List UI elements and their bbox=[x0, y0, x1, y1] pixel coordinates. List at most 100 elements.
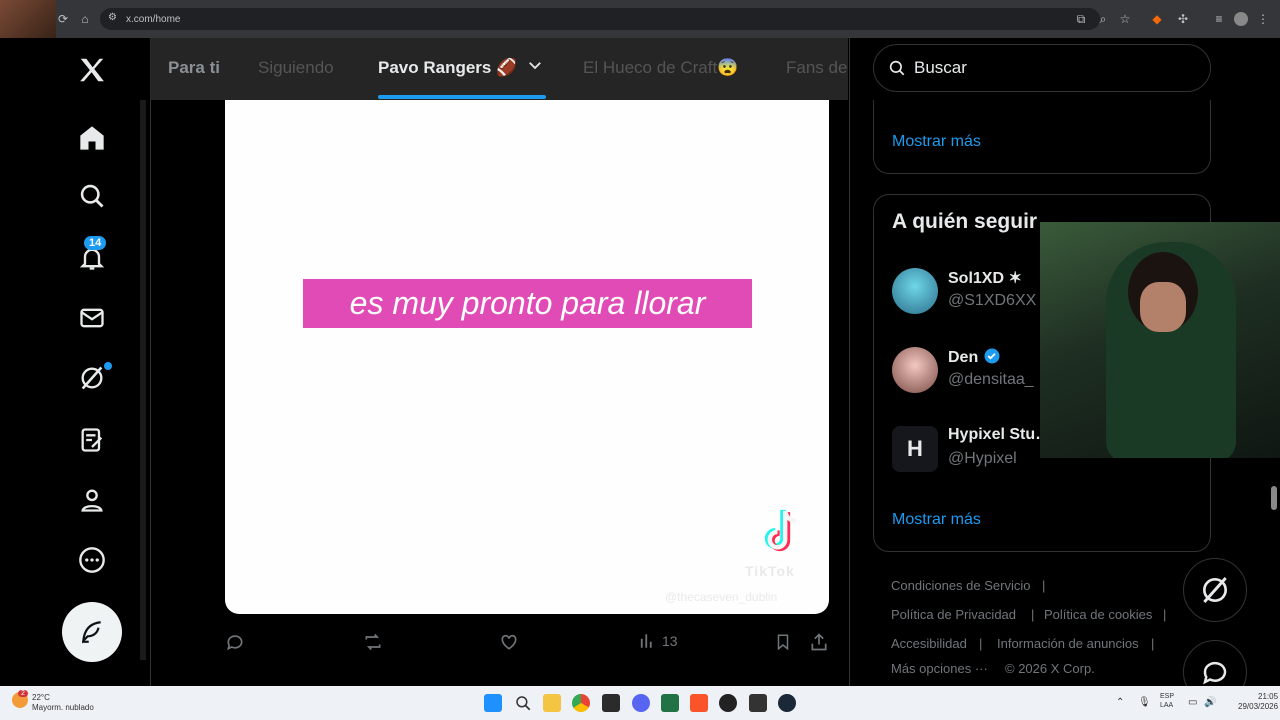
tab-fans-de[interactable]: Fans de bbox=[786, 58, 847, 78]
weather-widget[interactable]: 22°C Mayorm. nublado bbox=[32, 693, 94, 713]
network-icon[interactable]: ▭ bbox=[1188, 697, 1197, 708]
terminal-icon[interactable] bbox=[602, 694, 620, 712]
hypixel-logo-icon: H bbox=[892, 426, 938, 472]
brave-icon[interactable] bbox=[690, 694, 708, 712]
drafts-icon[interactable] bbox=[72, 420, 112, 460]
show-more-link-trends[interactable]: Mostrar más bbox=[892, 133, 981, 151]
microphone-icon[interactable]: 🎙 bbox=[1138, 697, 1151, 708]
extension-icon[interactable]: ◆ bbox=[1150, 12, 1164, 26]
footer-divider: | bbox=[1151, 636, 1155, 651]
keyboard-layout: LAA bbox=[1160, 702, 1174, 709]
zoom-icon[interactable]: ⌕ bbox=[1096, 12, 1110, 26]
discord-icon[interactable] bbox=[632, 694, 650, 712]
search-icon bbox=[889, 60, 905, 76]
reply-icon[interactable] bbox=[225, 632, 245, 652]
windows-start-icon[interactable] bbox=[484, 694, 502, 712]
address-bar[interactable]: ⚙ x.com/home bbox=[100, 8, 1100, 30]
install-app-icon[interactable]: ⧉ bbox=[1074, 12, 1088, 26]
footer-divider: | bbox=[1031, 607, 1035, 622]
streamer-face bbox=[1140, 282, 1186, 332]
home-nav-icon[interactable] bbox=[72, 118, 112, 158]
page-scrollbar[interactable] bbox=[1271, 486, 1277, 510]
more-options-icon[interactable] bbox=[72, 540, 112, 580]
suggestion-name: Den bbox=[948, 347, 1001, 367]
reload-icon[interactable]: ⟳ bbox=[56, 12, 70, 26]
show-more-link-follow[interactable]: Mostrar más bbox=[892, 511, 981, 529]
post-actions: 13 bbox=[150, 624, 848, 660]
explore-search-icon[interactable] bbox=[72, 176, 112, 216]
bookmark-icon[interactable] bbox=[774, 632, 792, 652]
compose-post-button[interactable] bbox=[62, 602, 122, 662]
weather-desc: Mayorm. nublado bbox=[32, 703, 94, 712]
footer-more-link[interactable]: Más opciones ··· bbox=[891, 661, 988, 676]
streamer-webcam-overlay-right bbox=[1040, 222, 1280, 458]
capcut-icon[interactable] bbox=[749, 694, 767, 712]
footer-divider: | bbox=[979, 636, 983, 651]
obs-icon[interactable] bbox=[719, 694, 737, 712]
media-controls-icon[interactable]: ≡ bbox=[1212, 12, 1226, 26]
chevron-down-icon[interactable] bbox=[526, 56, 544, 79]
footer-privacy-link[interactable]: Política de Privacidad bbox=[891, 607, 1016, 622]
grok-icon bbox=[1203, 577, 1227, 603]
volume-icon[interactable]: 🔊 bbox=[1204, 697, 1216, 708]
search-input[interactable]: Buscar bbox=[873, 44, 1211, 92]
weather-alert-badge: 2 bbox=[18, 690, 28, 697]
who-to-follow-title: A quién seguir bbox=[892, 210, 1038, 233]
suggestion-name: Sol1XD ✶ bbox=[948, 270, 1022, 287]
suggestion-handle: @Hypixel bbox=[948, 450, 1017, 467]
views-count: 13 bbox=[662, 633, 678, 649]
site-info-icon[interactable]: ⚙ bbox=[108, 12, 117, 23]
views-button[interactable]: 13 bbox=[638, 632, 678, 650]
verified-badge-icon bbox=[984, 348, 1000, 364]
steam-icon[interactable] bbox=[778, 694, 796, 712]
language-indicator[interactable]: ESP LAA bbox=[1160, 692, 1174, 710]
notifications-badge: 14 bbox=[84, 236, 107, 250]
feather-icon bbox=[81, 621, 101, 644]
clock-date: 29/03/2026 bbox=[1238, 702, 1279, 711]
footer-ads-info-link[interactable]: Información de anuncios bbox=[997, 636, 1139, 651]
language-code: ESP bbox=[1160, 693, 1175, 700]
repost-icon[interactable] bbox=[362, 632, 384, 652]
footer-copyright: © 2026 X Corp. bbox=[1005, 661, 1095, 676]
share-icon[interactable] bbox=[809, 632, 829, 652]
post-video[interactable]: es muy pronto para llorar TikTok @thecas… bbox=[225, 100, 829, 614]
footer-accessibility-link[interactable]: Accesibilidad bbox=[891, 636, 967, 651]
suggestion-handle: @S1XD6XX bbox=[948, 292, 1037, 309]
chrome-icon[interactable] bbox=[572, 694, 590, 712]
tab-siguiendo[interactable]: Siguiendo bbox=[258, 58, 334, 78]
tab-el-hueco-de-craft[interactable]: El Hueco de Craft😨 bbox=[583, 58, 738, 78]
home-icon[interactable]: ⌂ bbox=[78, 12, 92, 26]
profile-avatar-icon[interactable] bbox=[1234, 12, 1248, 26]
avatar bbox=[892, 347, 938, 393]
video-caption: es muy pronto para llorar bbox=[303, 279, 752, 328]
file-explorer-icon[interactable] bbox=[543, 694, 561, 712]
active-tab-indicator bbox=[378, 95, 546, 99]
grok-float-button[interactable] bbox=[1183, 558, 1247, 622]
tiktok-watermark: TikTok bbox=[745, 563, 795, 579]
tiktok-logo-icon bbox=[764, 509, 797, 552]
footer-terms-link[interactable]: Condiciones de Servicio bbox=[891, 578, 1030, 593]
tray-chevron-up-icon[interactable]: ⌃ bbox=[1116, 697, 1124, 708]
footer-divider: | bbox=[1163, 607, 1167, 622]
suggestion-name: Hypixel Stu… bbox=[948, 426, 1052, 443]
tab-para-ti[interactable]: Para ti bbox=[168, 58, 220, 78]
tab-pavo-rangers[interactable]: Pavo Rangers 🏈 bbox=[378, 58, 517, 78]
suggestion-name-text: Den bbox=[948, 349, 979, 366]
feed-scrollbar[interactable] bbox=[140, 100, 146, 660]
views-bar-chart-icon bbox=[640, 634, 652, 648]
footer-cookies-link[interactable]: Política de cookies bbox=[1044, 607, 1152, 622]
excel-icon[interactable] bbox=[661, 694, 679, 712]
like-heart-icon[interactable] bbox=[499, 632, 519, 652]
system-clock[interactable]: 21:05 29/03/2026 bbox=[1238, 692, 1278, 712]
extensions-puzzle-icon[interactable]: ✣ bbox=[1176, 12, 1190, 26]
menu-kebab-icon[interactable]: ⋮ bbox=[1256, 12, 1270, 26]
messages-envelope-icon[interactable] bbox=[72, 298, 112, 338]
clock-time: 21:05 bbox=[1258, 692, 1279, 701]
bookmark-star-icon[interactable]: ☆ bbox=[1118, 12, 1132, 26]
profile-person-icon[interactable] bbox=[72, 480, 112, 520]
suggestion-handle: @densitaa_ bbox=[948, 371, 1034, 388]
chat-bubble-icon bbox=[1203, 661, 1227, 685]
grok-dot-badge bbox=[104, 362, 112, 370]
taskbar-search-icon[interactable] bbox=[514, 694, 532, 712]
x-logo-icon[interactable] bbox=[72, 50, 112, 90]
